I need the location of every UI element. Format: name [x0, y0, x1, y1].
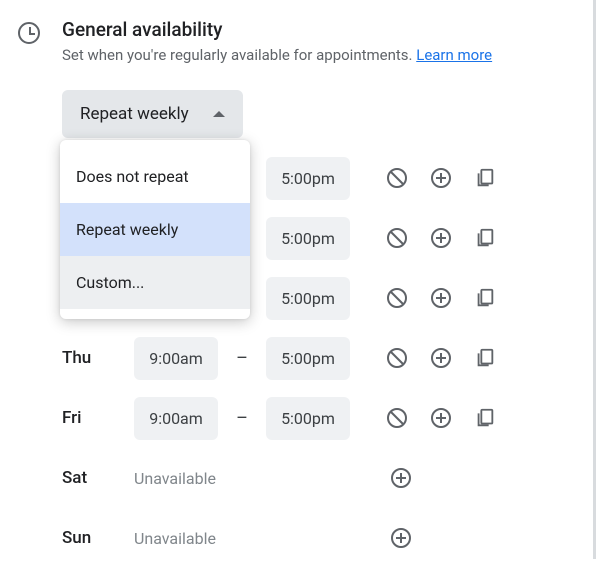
- day-row: Thu 9:00am–5:00pm: [62, 328, 580, 388]
- row-actions: [384, 405, 498, 431]
- end-time-input[interactable]: 5:00pm: [266, 397, 350, 440]
- row-actions: [384, 165, 498, 191]
- add-slot-icon[interactable]: [428, 345, 454, 371]
- copy-icon[interactable]: [472, 345, 498, 371]
- repeat-dropdown-trigger[interactable]: Repeat weekly: [62, 90, 243, 138]
- end-time-input[interactable]: 5:00pm: [266, 217, 350, 260]
- day-row: Fri 9:00am–5:00pm: [62, 388, 580, 448]
- add-slot-icon[interactable]: [388, 465, 414, 491]
- start-time-input[interactable]: 9:00am: [134, 397, 218, 440]
- row-actions: [384, 225, 498, 251]
- add-slot-icon[interactable]: [428, 405, 454, 431]
- copy-icon[interactable]: [472, 285, 498, 311]
- repeat-option[interactable]: Does not repeat: [60, 150, 250, 203]
- unavailable-icon[interactable]: [384, 405, 410, 431]
- add-slot-icon[interactable]: [388, 525, 414, 551]
- day-label: Sat: [62, 468, 122, 488]
- subtitle-text: Set when you're regularly available for …: [62, 46, 416, 64]
- unavailable-icon[interactable]: [384, 285, 410, 311]
- end-time-input[interactable]: 5:00pm: [266, 277, 350, 320]
- clock-icon: [18, 22, 40, 44]
- end-time-input[interactable]: 5:00pm: [266, 157, 350, 200]
- repeat-option[interactable]: Custom...: [60, 256, 250, 309]
- unavailable-text: Unavailable: [134, 529, 354, 548]
- caret-up-icon: [213, 111, 225, 117]
- add-slot-icon[interactable]: [428, 165, 454, 191]
- row-actions: [384, 345, 498, 371]
- start-time-input[interactable]: 9:00am: [134, 337, 218, 380]
- unavailable-icon[interactable]: [384, 165, 410, 191]
- section-subtitle: Set when you're regularly available for …: [62, 45, 580, 66]
- row-actions: [384, 285, 498, 311]
- repeat-dropdown-wrap: Repeat weekly Does not repeatRepeat week…: [62, 90, 580, 138]
- row-actions: [388, 465, 414, 491]
- copy-icon[interactable]: [472, 165, 498, 191]
- add-slot-icon[interactable]: [428, 285, 454, 311]
- time-dash: –: [230, 348, 254, 369]
- row-actions: [388, 525, 414, 551]
- repeat-dropdown-menu: Does not repeatRepeat weeklyCustom...: [60, 140, 250, 319]
- repeat-dropdown-value: Repeat weekly: [80, 104, 189, 124]
- main-column: General availability Set when you're reg…: [62, 18, 600, 568]
- unavailable-icon[interactable]: [384, 345, 410, 371]
- copy-icon[interactable]: [472, 225, 498, 251]
- unavailable-icon[interactable]: [384, 225, 410, 251]
- unavailable-text: Unavailable: [134, 469, 354, 488]
- copy-icon[interactable]: [472, 405, 498, 431]
- section-icon-column: [18, 18, 62, 568]
- availability-section: General availability Set when you're reg…: [0, 0, 600, 568]
- day-label: Thu: [62, 348, 122, 368]
- section-title: General availability: [62, 18, 580, 41]
- right-border: [593, 0, 596, 559]
- end-time-input[interactable]: 5:00pm: [266, 337, 350, 380]
- learn-more-link[interactable]: Learn more: [416, 46, 492, 64]
- day-label: Fri: [62, 408, 122, 428]
- repeat-option[interactable]: Repeat weekly: [60, 203, 250, 256]
- day-row: Sat Unavailable: [62, 448, 580, 508]
- time-dash: –: [230, 408, 254, 429]
- add-slot-icon[interactable]: [428, 225, 454, 251]
- day-label: Sun: [62, 528, 122, 548]
- day-row: Sun Unavailable: [62, 508, 580, 568]
